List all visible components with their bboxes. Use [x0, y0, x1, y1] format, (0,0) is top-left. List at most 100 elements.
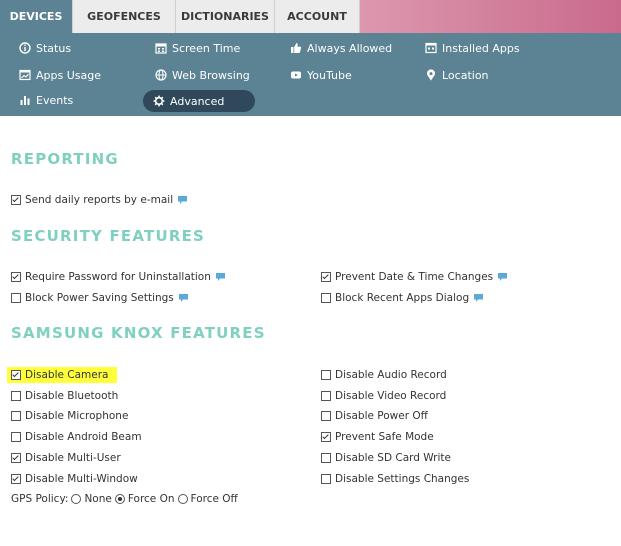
require-password-checkbox[interactable] [11, 272, 21, 282]
option-disable-power-off[interactable]: Disable Power Off [321, 408, 428, 424]
nav-installed-apps[interactable]: Installed Apps [425, 37, 520, 59]
nav-events[interactable]: Events [19, 89, 73, 111]
nav-screen-time-label: Screen Time [172, 41, 241, 55]
disable-microphone-checkbox[interactable] [11, 411, 21, 421]
option-disable-bluetooth[interactable]: Disable Bluetooth [11, 388, 118, 404]
apps-window-icon [425, 42, 437, 54]
thumbs-up-icon [291, 43, 302, 53]
block-power-saving-label: Block Power Saving Settings [25, 292, 174, 304]
nav-apps-usage-label: Apps Usage [36, 68, 101, 82]
option-daily-reports[interactable]: Send daily reports by e-mail [11, 192, 188, 208]
disable-android-beam-checkbox[interactable] [11, 432, 21, 442]
section-title-security: SECURITY FEATURES [11, 227, 206, 245]
prevent-date-time-checkbox[interactable] [321, 272, 331, 282]
disable-camera-checkbox[interactable] [11, 370, 21, 380]
info-icon [19, 42, 31, 54]
option-disable-audio-record[interactable]: Disable Audio Record [321, 367, 447, 383]
section-title-knox: SAMSUNG KNOX FEATURES [11, 324, 266, 342]
nav-advanced[interactable]: Advanced [143, 90, 255, 112]
help-bubble-icon[interactable] [178, 293, 189, 303]
main-tabs: DEVICES GEOFENCES DICTIONARIES ACCOUNT [0, 0, 360, 33]
option-block-power-saving[interactable]: Block Power Saving Settings [11, 290, 189, 306]
gps-policy: GPS Policy: None Force On Force Off [11, 491, 238, 507]
disable-settings-changes-checkbox[interactable] [321, 474, 331, 484]
nav-status[interactable]: Status [19, 37, 71, 59]
disable-camera-label: Disable Camera [25, 369, 109, 381]
prevent-date-time-label: Prevent Date & Time Changes [335, 271, 494, 283]
chart-window-icon [19, 69, 31, 81]
disable-multi-window-label: Disable Multi-Window [25, 473, 138, 485]
nav-apps-usage[interactable]: Apps Usage [19, 64, 101, 86]
option-prevent-safe-mode[interactable]: Prevent Safe Mode [321, 429, 434, 445]
highlight-marker: Disable Camera [7, 367, 117, 383]
gps-force-off-radio[interactable] [177, 494, 188, 504]
disable-settings-changes-label: Disable Settings Changes [335, 473, 470, 485]
disable-power-off-checkbox[interactable] [321, 411, 331, 421]
youtube-icon [291, 71, 301, 79]
nav-location-label: Location [442, 68, 489, 82]
option-prevent-date-time[interactable]: Prevent Date & Time Changes [321, 269, 508, 285]
bar-chart-icon [20, 96, 30, 105]
tab-account[interactable]: ACCOUNT [275, 0, 360, 33]
block-power-saving-checkbox[interactable] [11, 293, 21, 303]
option-disable-microphone[interactable]: Disable Microphone [11, 408, 128, 424]
block-recent-apps-label: Block Recent Apps Dialog [335, 292, 470, 304]
nav-always-allowed[interactable]: Always Allowed [290, 37, 392, 59]
option-block-recent-apps[interactable]: Block Recent Apps Dialog [321, 290, 484, 306]
nav-youtube-label: YouTube [307, 68, 352, 82]
disable-audio-record-checkbox[interactable] [321, 370, 331, 380]
disable-video-record-label: Disable Video Record [335, 390, 447, 402]
nav-installed-apps-label: Installed Apps [442, 41, 520, 55]
disable-power-off-label: Disable Power Off [335, 410, 428, 422]
tab-dictionaries[interactable]: DICTIONARIES [176, 0, 275, 33]
tab-devices[interactable]: DEVICES [0, 0, 73, 33]
option-disable-android-beam[interactable]: Disable Android Beam [11, 429, 142, 445]
help-bubble-icon[interactable] [177, 195, 188, 205]
globe-icon [155, 69, 167, 81]
disable-microphone-label: Disable Microphone [25, 410, 129, 422]
option-require-password[interactable]: Require Password for Uninstallation [11, 269, 226, 285]
option-disable-sd-card-write[interactable]: Disable SD Card Write [321, 450, 451, 466]
option-disable-video-record[interactable]: Disable Video Record [321, 388, 446, 404]
prevent-safe-mode-checkbox[interactable] [321, 432, 331, 442]
require-password-label: Require Password for Uninstallation [25, 271, 211, 283]
prevent-safe-mode-label: Prevent Safe Mode [335, 431, 434, 443]
calendar-icon [155, 43, 167, 54]
gear-icon [153, 95, 165, 107]
disable-sd-card-write-checkbox[interactable] [321, 453, 331, 463]
option-disable-settings-changes[interactable]: Disable Settings Changes [321, 471, 469, 487]
gps-none-radio[interactable] [71, 494, 82, 504]
disable-multi-user-label: Disable Multi-User [25, 452, 121, 464]
help-bubble-icon[interactable] [215, 272, 226, 282]
nav-status-label: Status [36, 41, 72, 55]
disable-sd-card-write-label: Disable SD Card Write [335, 452, 451, 464]
gps-none-label[interactable]: None [84, 493, 111, 505]
option-disable-multi-user[interactable]: Disable Multi-User [11, 450, 121, 466]
help-bubble-icon[interactable] [497, 272, 508, 282]
nav-youtube[interactable]: YouTube [290, 64, 352, 86]
sub-navigation: Status Screen Time Always Allowed Instal… [0, 33, 621, 116]
option-disable-camera[interactable]: Disable Camera [7, 367, 117, 383]
gps-force-on-label[interactable]: Force On [128, 493, 175, 505]
daily-reports-checkbox[interactable] [11, 195, 21, 205]
help-bubble-icon[interactable] [473, 293, 484, 303]
nav-events-label: Events [36, 93, 74, 107]
gps-force-off-label[interactable]: Force Off [191, 493, 238, 505]
nav-screen-time[interactable]: Screen Time [155, 37, 240, 59]
section-title-reporting: REPORTING [11, 150, 119, 168]
map-pin-icon [427, 69, 435, 81]
nav-always-allowed-label: Always Allowed [307, 41, 393, 55]
tab-geofences[interactable]: GEOFENCES [73, 0, 176, 33]
daily-reports-label: Send daily reports by e-mail [25, 194, 174, 206]
disable-video-record-checkbox[interactable] [321, 391, 331, 401]
disable-multi-user-checkbox[interactable] [11, 453, 21, 463]
option-disable-multi-window[interactable]: Disable Multi-Window [11, 471, 138, 487]
disable-bluetooth-checkbox[interactable] [11, 391, 21, 401]
disable-multi-window-checkbox[interactable] [11, 474, 21, 484]
nav-web-browsing[interactable]: Web Browsing [155, 64, 250, 86]
disable-audio-record-label: Disable Audio Record [335, 369, 447, 381]
gps-force-on-radio[interactable] [114, 494, 125, 504]
nav-web-browsing-label: Web Browsing [172, 68, 250, 82]
block-recent-apps-checkbox[interactable] [321, 293, 331, 303]
nav-location[interactable]: Location [425, 64, 489, 86]
